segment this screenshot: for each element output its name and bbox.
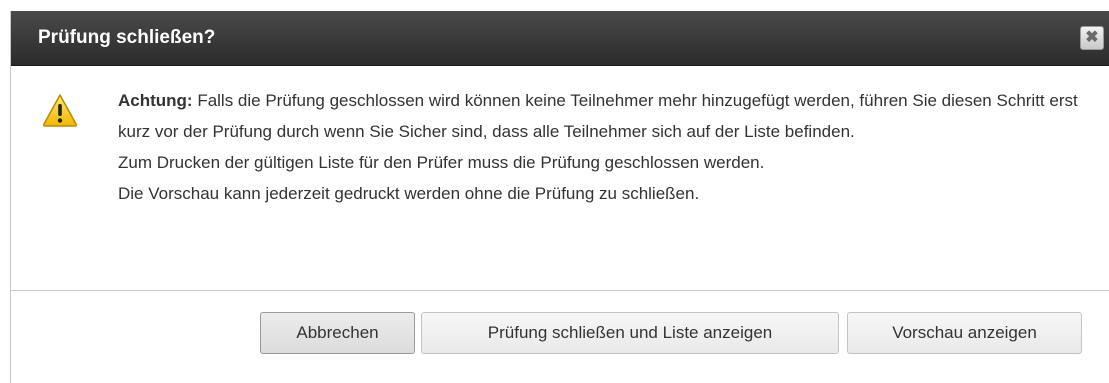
close-icon[interactable]: ✖: [1080, 26, 1104, 50]
dialog-title: Prüfung schließen?: [38, 27, 216, 48]
close-exam-and-show-list-button[interactable]: Prüfung schließen und Liste anzeigen: [421, 312, 839, 354]
preview-info-text: Die Vorschau kann jederzeit gedruckt wer…: [118, 184, 700, 203]
warning-text: Falls die Prüfung geschlossen wird könne…: [118, 91, 1078, 141]
close-exam-dialog: Prüfung schließen? ✖ Achtung: Falls die …: [10, 11, 1109, 383]
warning-paragraph: Achtung: Falls die Prüfung geschlossen w…: [118, 85, 1098, 147]
warning-label: Achtung:: [118, 91, 193, 110]
dialog-message: Achtung: Falls die Prüfung geschlossen w…: [118, 85, 1098, 209]
cancel-button[interactable]: Abbrechen: [260, 312, 415, 354]
warning-icon: [42, 94, 78, 127]
print-info-text: Zum Drucken der gültigen Liste für den P…: [118, 153, 765, 172]
dialog-titlebar[interactable]: Prüfung schließen? ✖: [11, 11, 1109, 66]
show-preview-button[interactable]: Vorschau anzeigen: [847, 312, 1082, 354]
footer-divider: [11, 290, 1109, 291]
